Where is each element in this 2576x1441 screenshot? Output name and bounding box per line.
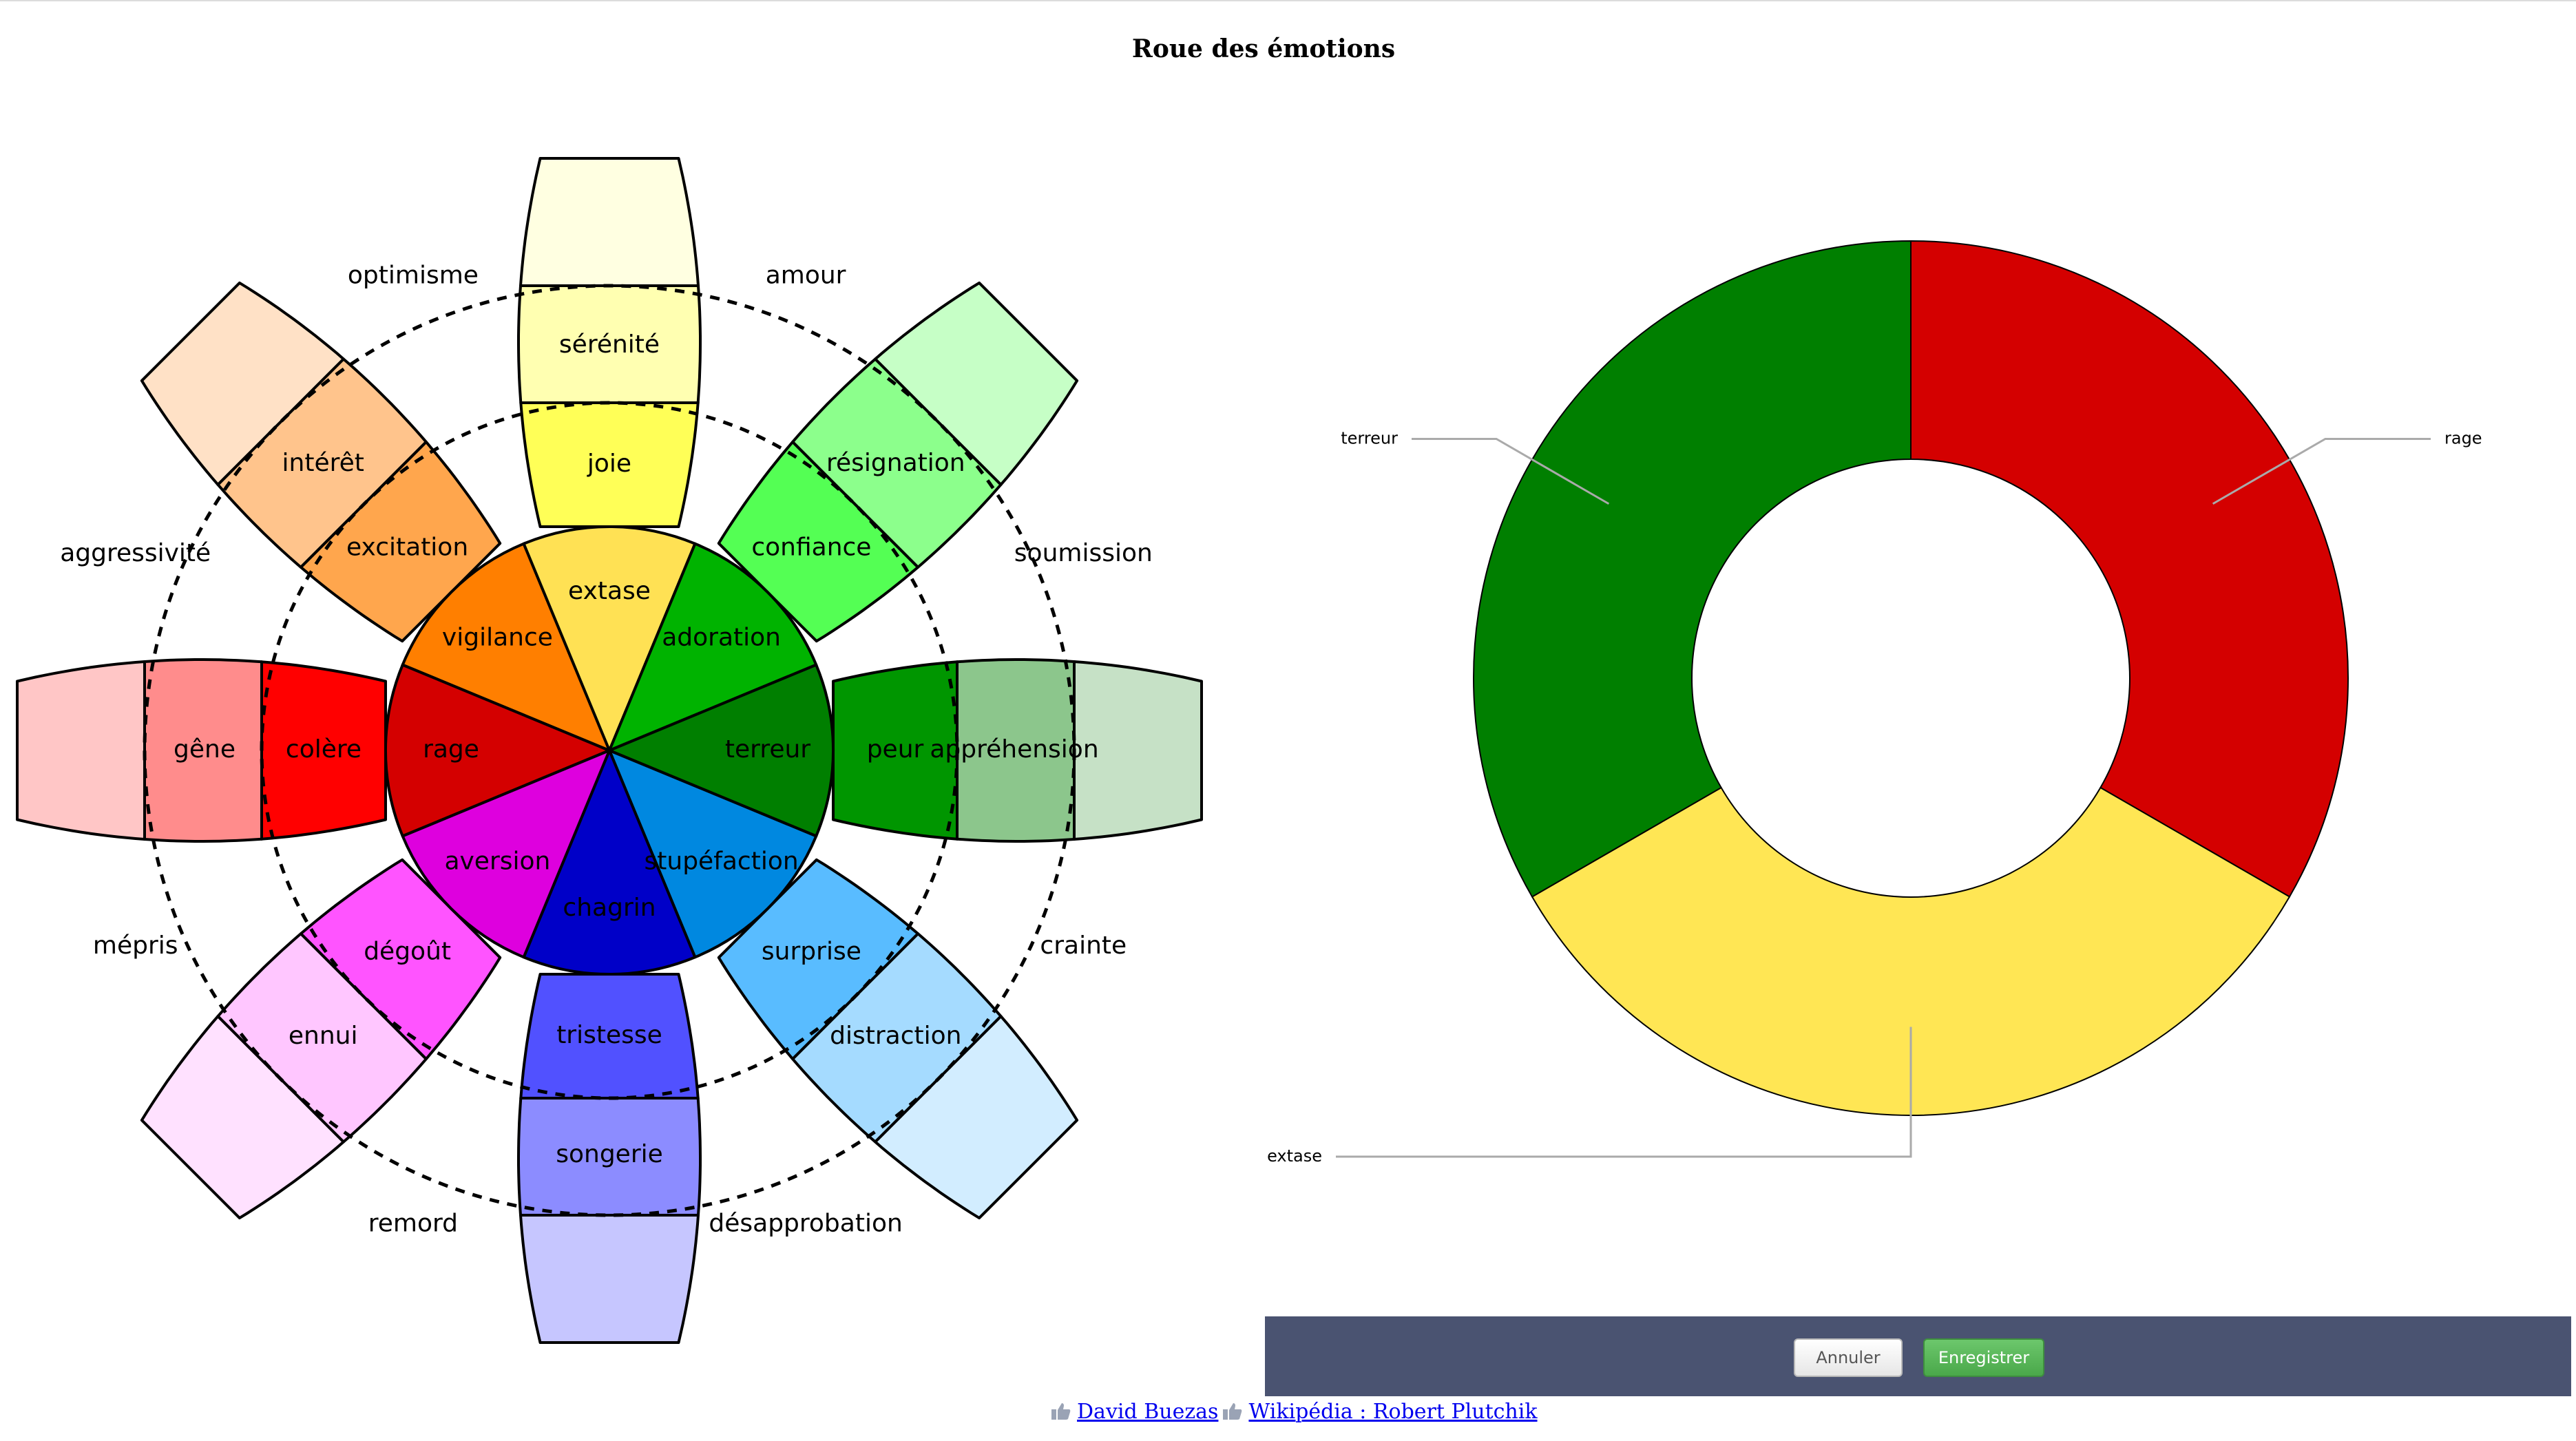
center-emotion-label: extase <box>568 577 651 605</box>
center-emotion-label: adoration <box>662 623 781 651</box>
donut-slice[interactable] <box>1910 240 2349 898</box>
cancel-button[interactable]: Annuler <box>1794 1338 1903 1377</box>
slice-label: rage <box>2444 429 2482 448</box>
petal-tip-band <box>519 157 700 287</box>
middle-emotion-label: tristesse <box>556 1021 662 1049</box>
center-emotion-label: rage <box>423 735 479 764</box>
middle-emotion-label: confiance <box>751 534 871 562</box>
outer-emotion-label: distraction <box>830 1022 961 1050</box>
center-emotion-label: stupéfaction <box>645 848 799 876</box>
dyad-label: soumission <box>1014 539 1153 567</box>
middle-emotion-label: dégoût <box>364 937 451 965</box>
center-emotion-label: aversion <box>444 848 550 876</box>
slice-label: terreur <box>1341 429 1398 448</box>
outer-emotion-label: intérêt <box>282 449 364 477</box>
dyad-label: crainte <box>1040 932 1127 960</box>
middle-emotion-label: joie <box>587 450 631 478</box>
slice-label: extase <box>1267 1146 1322 1166</box>
dyad-label: aggressivité <box>60 539 211 567</box>
outer-emotion-label: appréhension <box>930 735 1098 764</box>
outer-emotion-label: sérénité <box>559 330 660 359</box>
selection-donut-chart: rage extase terreur <box>1267 240 2482 1166</box>
petal-tip-band <box>519 1214 700 1344</box>
center-emotion-label: vigilance <box>442 623 553 651</box>
outer-emotion-label: gêne <box>174 735 235 764</box>
middle-emotion-label: peur <box>867 735 924 764</box>
action-bar <box>1265 1316 2571 1396</box>
dyad-label: amour <box>766 262 846 290</box>
outer-emotion-label: songerie <box>556 1140 663 1168</box>
emotion-wheel: rage colère gêne aggressivité vigilance excit… <box>16 157 1203 1344</box>
author-link[interactable]: David Buezas <box>1077 1400 1218 1424</box>
outer-emotion-label: résignation <box>826 449 965 477</box>
middle-emotion-label: surprise <box>762 937 861 965</box>
center-emotion-label: chagrin <box>563 894 656 922</box>
save-button[interactable]: Enregistrer <box>1923 1338 2044 1377</box>
dyad-label: mépris <box>93 932 178 960</box>
thumbs-up-icon <box>1223 1403 1242 1420</box>
wikipedia-link[interactable]: Wikipédia : Robert Plutchik <box>1248 1400 1537 1424</box>
middle-emotion-label: colère <box>286 735 362 764</box>
center-emotion-label: terreur <box>725 735 810 764</box>
outer-emotion-label: ennui <box>289 1022 358 1050</box>
donut-slice[interactable] <box>1473 240 1912 898</box>
dyad-label: désapprobation <box>709 1209 902 1237</box>
petal-tip-band <box>16 660 146 841</box>
dyad-label: remord <box>368 1209 458 1237</box>
thumbs-up-icon <box>1051 1403 1071 1420</box>
footer-links: David Buezas Wikipédia : Robert Plutchik <box>1047 1398 1538 1425</box>
middle-emotion-label: excitation <box>346 534 468 562</box>
dyad-label: optimisme <box>348 262 479 290</box>
